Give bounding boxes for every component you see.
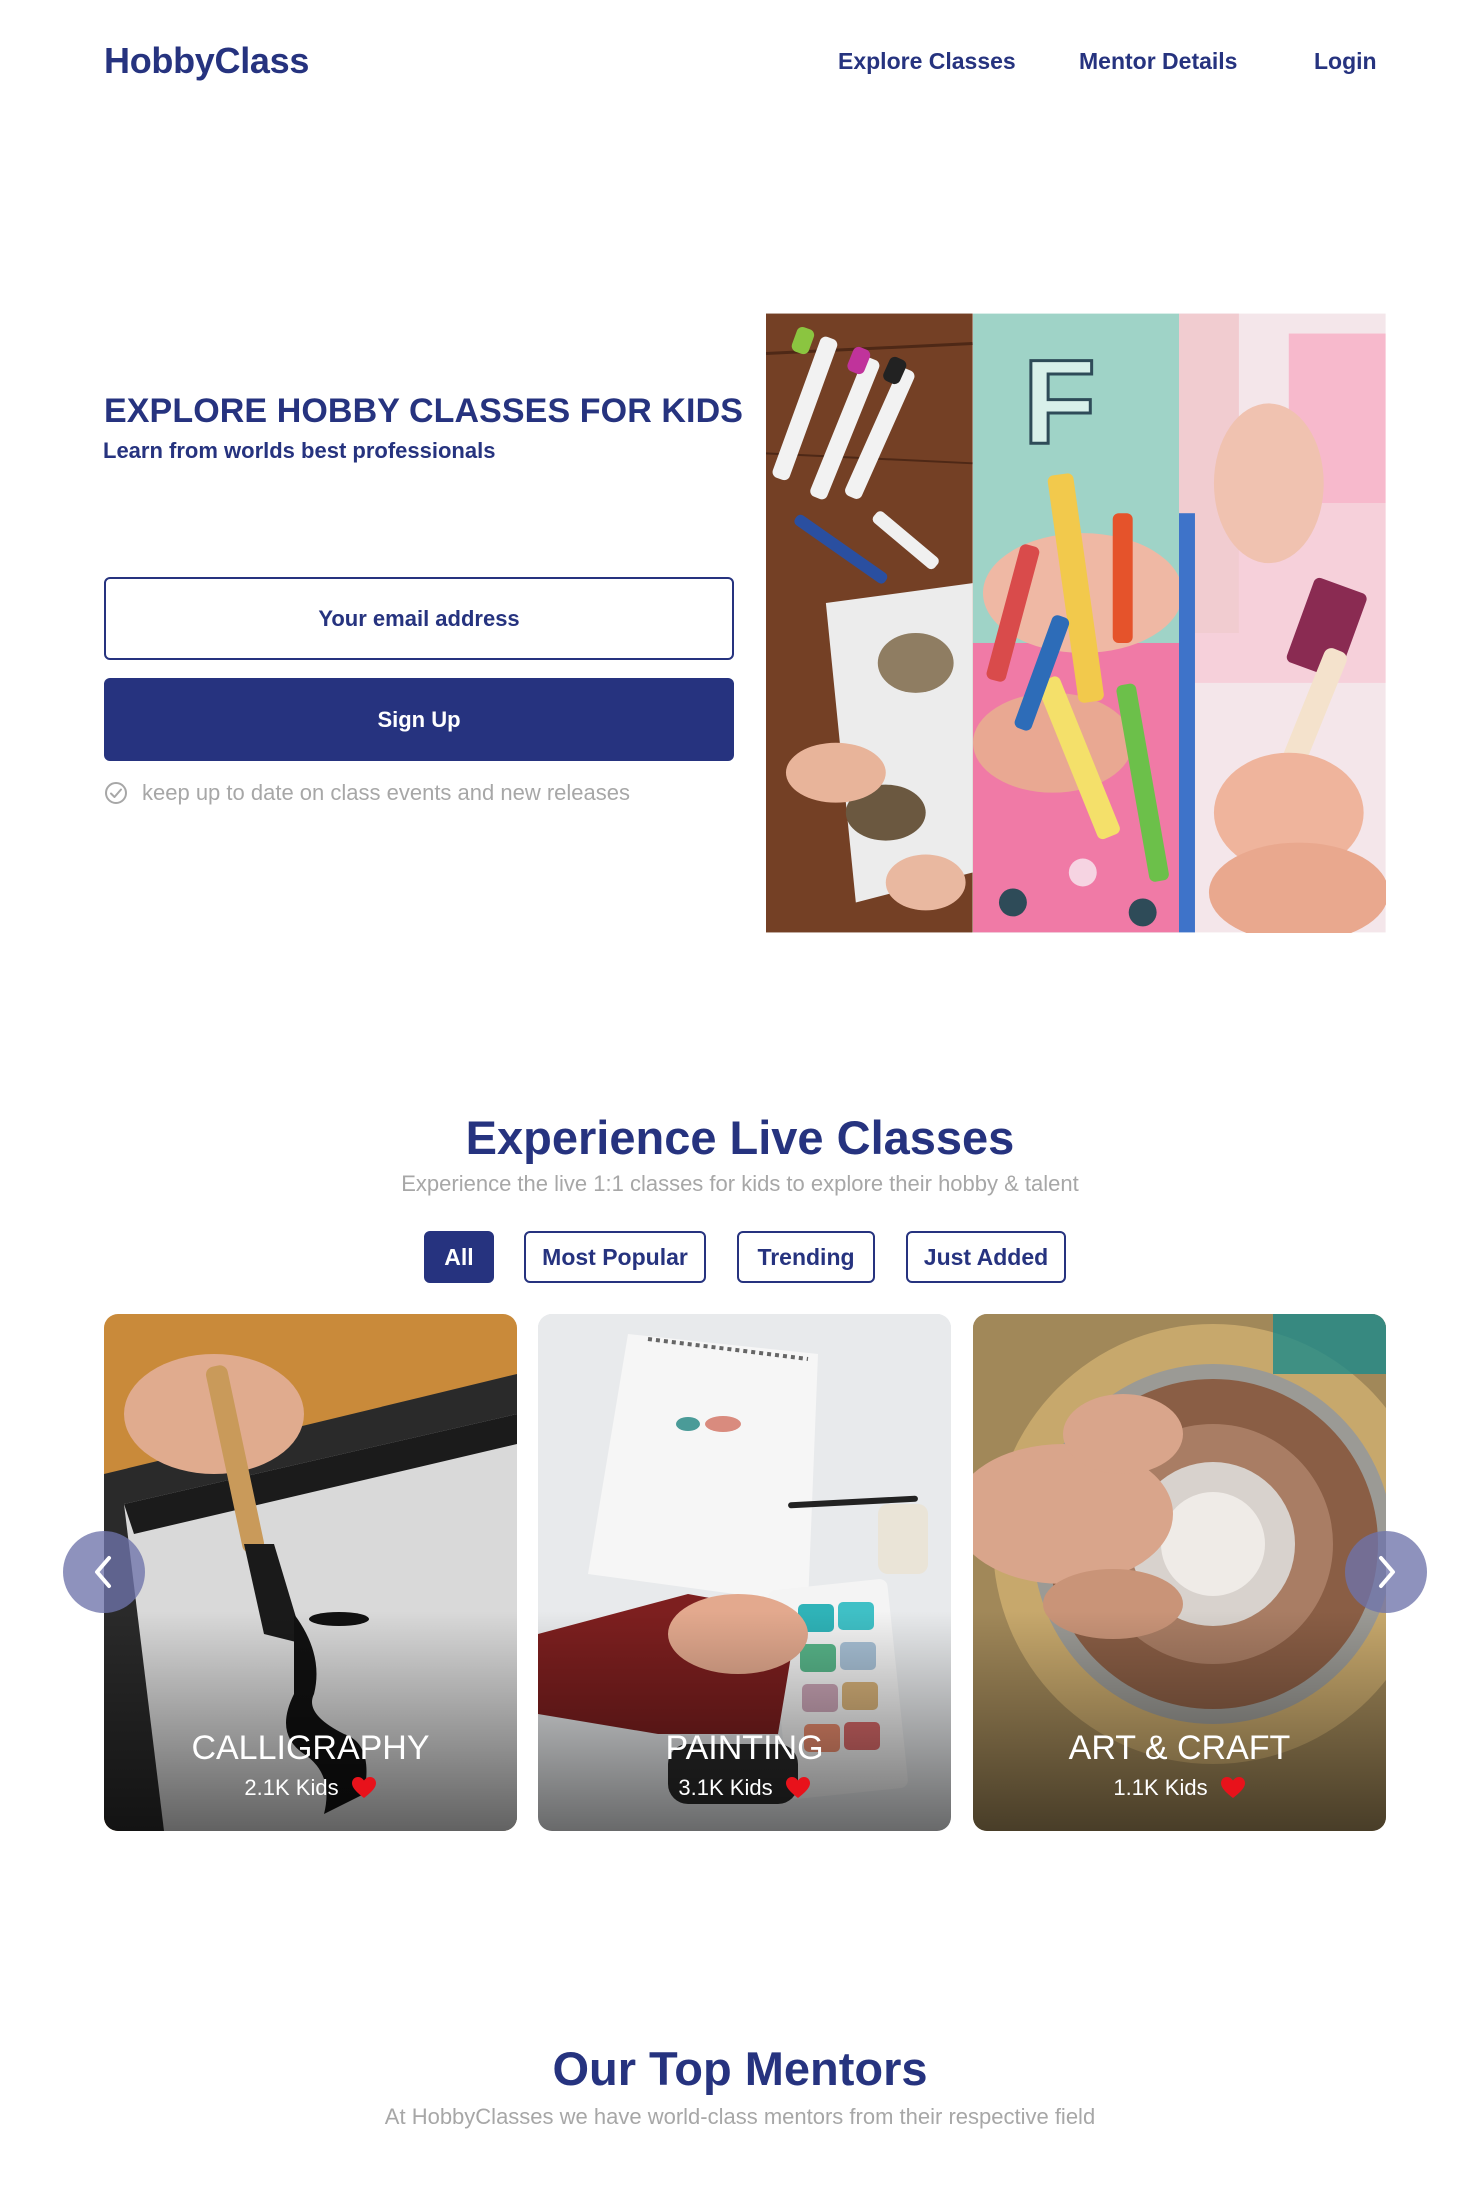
filter-trending[interactable]: Trending [737,1231,875,1283]
class-card-title: CALLIGRAPHY [191,1729,430,1767]
class-filter-tabs: All Most Popular Trending Just Added [0,1231,1480,1283]
class-carousel: CALLIGRAPHY 2.1K Kids PAINTING 3.1K Kids… [104,1314,1386,1831]
nav-explore-classes[interactable]: Explore Classes [838,48,1016,75]
hero-title: EXPLORE HOBBY CLASSES FOR KIDS [104,392,744,430]
class-card-kids: 3.1K Kids [678,1775,773,1800]
live-classes-subtitle: Experience the live 1:1 classes for kids… [401,1171,1079,1196]
carousel-prev-button[interactable] [63,1531,145,1613]
hero-subtitle: Learn from worlds best professionals [103,438,496,463]
class-card-art-craft[interactable]: ART & CRAFT 1.1K Kids [973,1314,1386,1831]
signup-button[interactable]: Sign Up [104,678,734,761]
header: HobbyClass Explore Classes Mentor Detail… [0,0,1480,126]
hero-image-crayons: F [972,313,1180,933]
class-card-painting[interactable]: PAINTING 3.1K Kids [538,1314,951,1831]
check-circle-icon [105,782,127,804]
filter-most-popular[interactable]: Most Popular [524,1231,706,1283]
hero-collage-image: F [766,313,1386,933]
email-field[interactable] [104,577,734,660]
class-card-meta: 1.1K Kids [973,1775,1386,1801]
mentors-title: Our Top Mentors [552,2042,928,2095]
nav-login[interactable]: Login [1314,48,1377,75]
hero-image-markers [766,313,973,933]
chevron-left-icon [95,1556,111,1588]
mentors-subtitle: At HobbyClasses we have world-class ment… [384,2104,1096,2129]
heart-icon[interactable] [1220,1776,1246,1800]
heart-icon[interactable] [785,1776,811,1800]
newsletter-note-text: keep up to date on class events and new … [142,780,630,805]
filter-all[interactable]: All [424,1231,494,1283]
chevron-right-icon [1379,1556,1395,1588]
class-card-calligraphy[interactable]: CALLIGRAPHY 2.1K Kids [104,1314,517,1831]
class-card-kids: 1.1K Kids [1113,1775,1208,1800]
hero-image-sponge-brush [1179,313,1386,933]
class-card-kids: 2.1K Kids [244,1775,339,1800]
class-card-title: ART & CRAFT [1068,1729,1291,1767]
class-card-meta: 2.1K Kids [104,1775,517,1801]
logo[interactable]: HobbyClass [104,40,309,82]
filter-just-added[interactable]: Just Added [906,1231,1066,1283]
live-classes-title: Experience Live Classes [465,1111,1015,1164]
newsletter-note: keep up to date on class events and new … [104,780,630,806]
class-card-title: PAINTING [665,1729,824,1767]
carousel-next-button[interactable] [1345,1531,1427,1613]
nav-mentor-details[interactable]: Mentor Details [1079,48,1237,75]
svg-text:F: F [1022,336,1095,469]
class-card-meta: 3.1K Kids [538,1775,951,1801]
heart-icon[interactable] [351,1776,377,1800]
